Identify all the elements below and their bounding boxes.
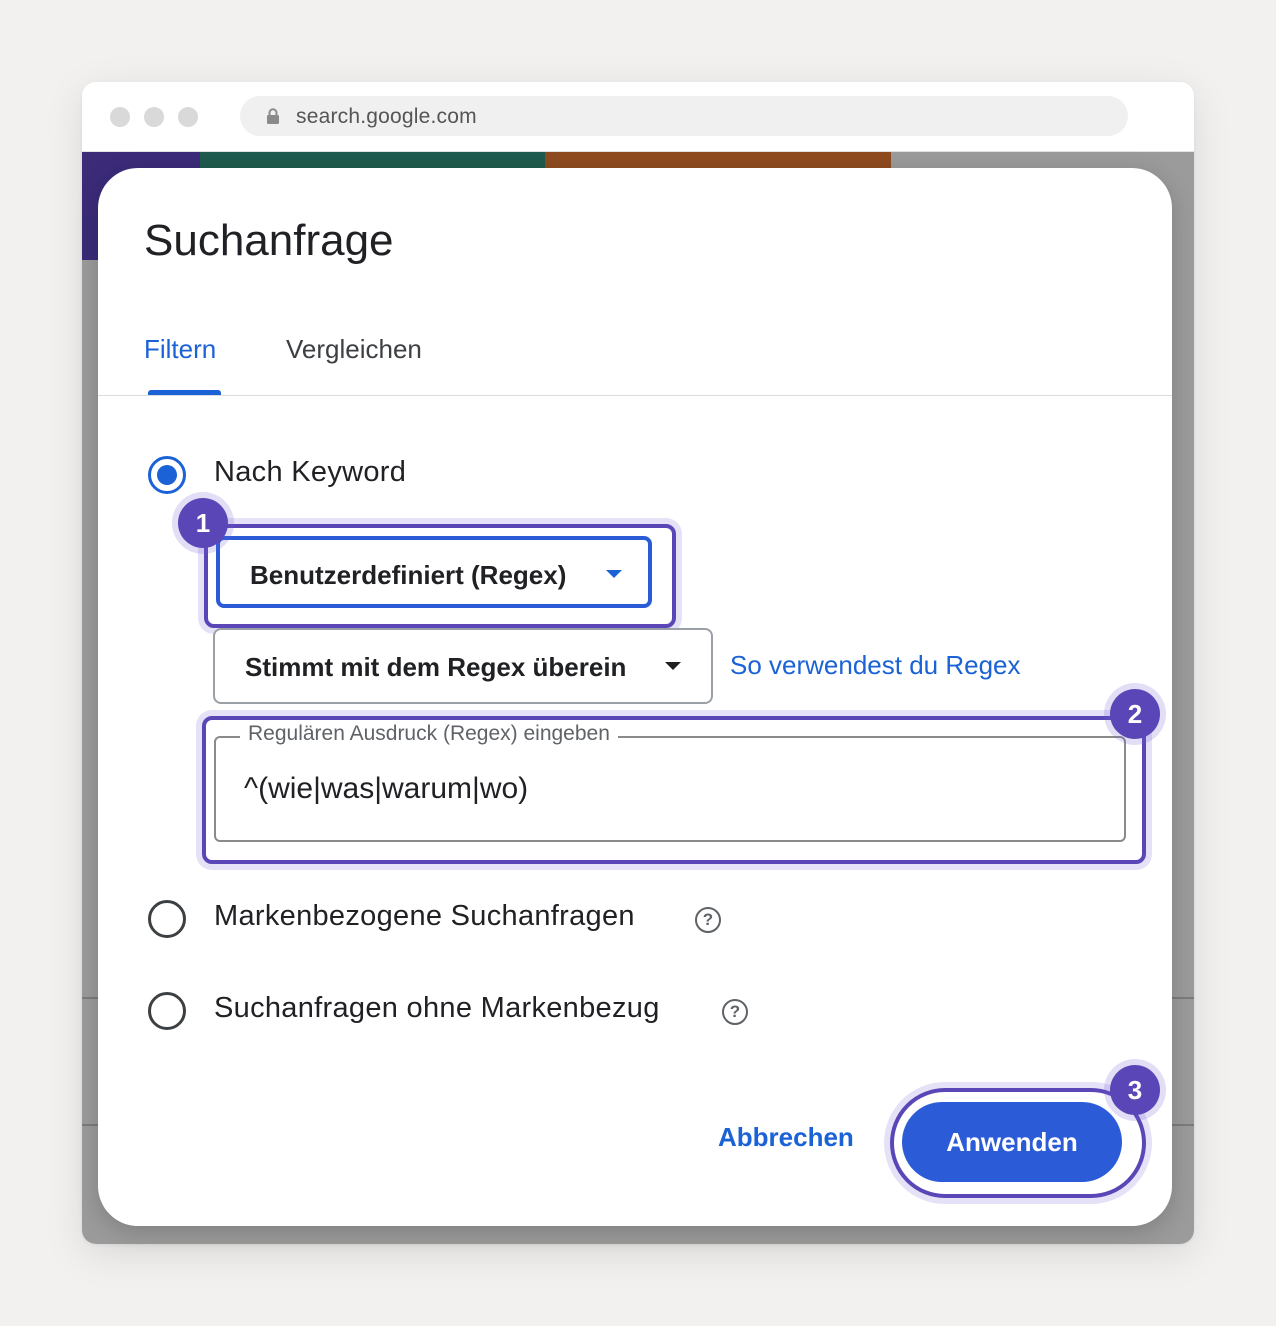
keyword-type-select-value: Benutzerdefiniert (Regex): [250, 560, 567, 590]
browser-titlebar: search.google.com: [82, 82, 1194, 152]
regex-help-link[interactable]: So verwendest du Regex: [730, 650, 1021, 681]
regex-input-value: ^(wie|was|warum|wo): [244, 772, 529, 805]
chevron-down-icon: [665, 662, 681, 670]
window-minimize-dot[interactable]: [144, 107, 164, 127]
regex-input[interactable]: Regulären Ausdruck (Regex) eingeben ^(wi…: [214, 722, 1126, 842]
radio-label-brand-queries: Markenbezogene Suchanfragen: [214, 900, 635, 932]
step-badge-1: 1: [178, 498, 228, 548]
background-card: [545, 152, 891, 168]
radio-non-brand-queries[interactable]: [148, 992, 186, 1030]
radio-label-by-keyword: Nach Keyword: [214, 456, 407, 488]
chevron-down-icon: [606, 570, 622, 578]
url-text: search.google.com: [296, 105, 477, 128]
cancel-button[interactable]: Abbrechen: [718, 1122, 854, 1153]
match-type-select[interactable]: Stimmt mit dem Regex überein: [213, 628, 713, 704]
tabs-divider: [98, 395, 1172, 396]
match-type-select-value: Stimmt mit dem Regex überein: [245, 652, 627, 682]
search-query-dialog: Suchanfrage Filtern Vergleichen Nach Key…: [98, 168, 1172, 1226]
radio-label-non-brand-queries: Suchanfragen ohne Markenbezug: [214, 992, 660, 1024]
help-icon[interactable]: ?: [695, 907, 721, 933]
keyword-type-select[interactable]: Benutzerdefiniert (Regex): [216, 536, 652, 608]
lock-icon: [267, 108, 279, 124]
address-bar[interactable]: search.google.com: [240, 96, 1128, 136]
tab-compare[interactable]: Vergleichen: [286, 334, 422, 365]
radio-brand-queries[interactable]: [148, 900, 186, 938]
radio-by-keyword[interactable]: [148, 456, 186, 494]
background-card: [200, 152, 545, 168]
step-badge-3: 3: [1110, 1065, 1160, 1115]
apply-button[interactable]: Anwenden: [902, 1102, 1122, 1182]
step-badge-2: 2: [1110, 689, 1160, 739]
tab-filter[interactable]: Filtern: [144, 334, 216, 365]
help-icon[interactable]: ?: [722, 999, 748, 1025]
dialog-title: Suchanfrage: [144, 216, 394, 265]
window-zoom-dot[interactable]: [178, 107, 198, 127]
window-close-dot[interactable]: [110, 107, 130, 127]
regex-input-label: Regulären Ausdruck (Regex) eingeben: [240, 722, 618, 746]
